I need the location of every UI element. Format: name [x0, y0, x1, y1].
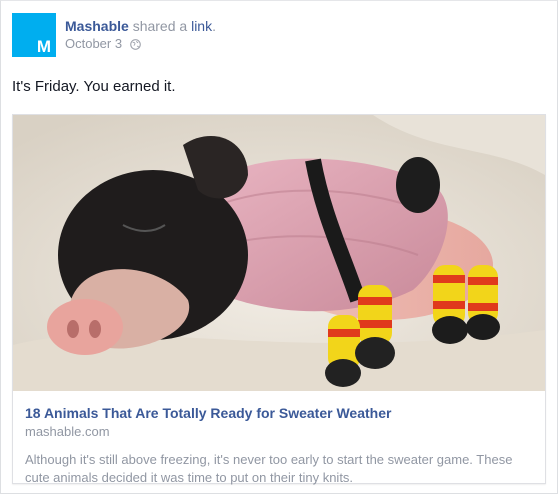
link-description: Although it's still above freezing, it's… — [25, 452, 513, 485]
link-caption: 18 Animals That Are Totally Ready for Sw… — [25, 404, 533, 487]
author-link[interactable]: Mashable — [65, 18, 129, 34]
action-period: . — [212, 18, 216, 34]
page-avatar[interactable]: M — [12, 13, 56, 57]
link-domain: mashable.com — [25, 424, 110, 439]
timestamp-line: October 3 — [65, 35, 216, 55]
link-title[interactable]: 18 Animals That Are Totally Ready for Sw… — [25, 404, 533, 422]
shared-link-image[interactable] — [13, 115, 545, 391]
actor-line: Mashable shared a link. — [65, 17, 216, 35]
avatar-letter: M — [36, 37, 51, 56]
action-verb: shared a — [128, 18, 192, 34]
post-date[interactable]: October 3 — [65, 36, 122, 51]
news-feed-post: M Mashable shared a link. October 3 It's… — [0, 0, 558, 494]
link-share-card[interactable]: 18 Animals That Are Totally Ready for Sw… — [12, 114, 546, 487]
link-story-link[interactable]: link — [191, 18, 212, 34]
post-message: It's Friday. You earned it. — [12, 78, 176, 95]
post-meta: Mashable shared a link. October 3 — [65, 17, 216, 55]
globe-icon[interactable] — [129, 37, 141, 55]
